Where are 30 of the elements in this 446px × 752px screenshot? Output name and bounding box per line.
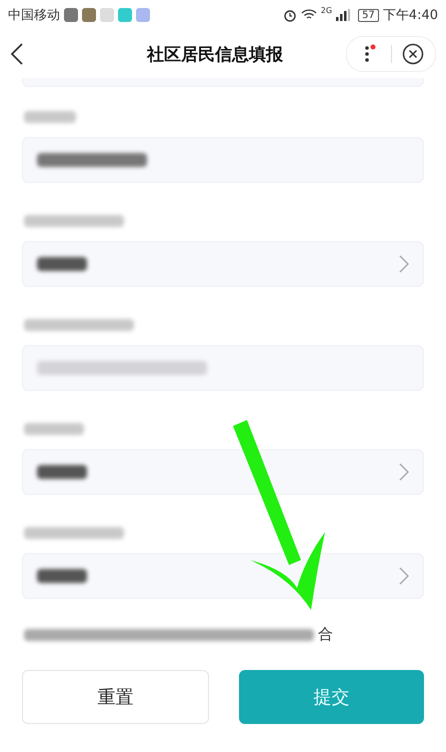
- note-text: 合: [318, 625, 333, 644]
- blurred-label: [24, 111, 76, 123]
- carrier-name: 中国移动: [8, 7, 60, 24]
- chevron-right-icon: [399, 255, 409, 273]
- blurred-value: [37, 257, 87, 271]
- select-field[interactable]: [22, 449, 424, 495]
- page-title: 社区居民信息填报: [146, 44, 284, 66]
- reset-button[interactable]: 重置: [22, 670, 209, 724]
- network-type: 2G: [320, 6, 332, 15]
- wifi-icon: [300, 9, 317, 21]
- blurred-value: [37, 569, 87, 583]
- clock-time: 下午4:40: [382, 7, 438, 24]
- input-field[interactable]: [22, 137, 424, 183]
- signal-icon: [336, 9, 350, 21]
- blurred-value: [37, 465, 87, 479]
- chevron-right-icon: [399, 567, 409, 585]
- app-icon: [136, 8, 150, 22]
- select-field[interactable]: [22, 241, 424, 287]
- chevron-right-icon: [399, 463, 409, 481]
- back-icon[interactable]: [10, 42, 24, 66]
- input-field[interactable]: [22, 345, 424, 391]
- battery-level: 57: [358, 8, 379, 22]
- select-field[interactable]: [22, 553, 424, 599]
- app-icon: [100, 8, 114, 22]
- app-icon: [118, 8, 132, 22]
- app-icon: [64, 8, 78, 22]
- alarm-icon: [282, 8, 297, 22]
- blurred-label: [24, 423, 84, 435]
- app-icon: [82, 8, 96, 22]
- close-icon[interactable]: [402, 43, 424, 65]
